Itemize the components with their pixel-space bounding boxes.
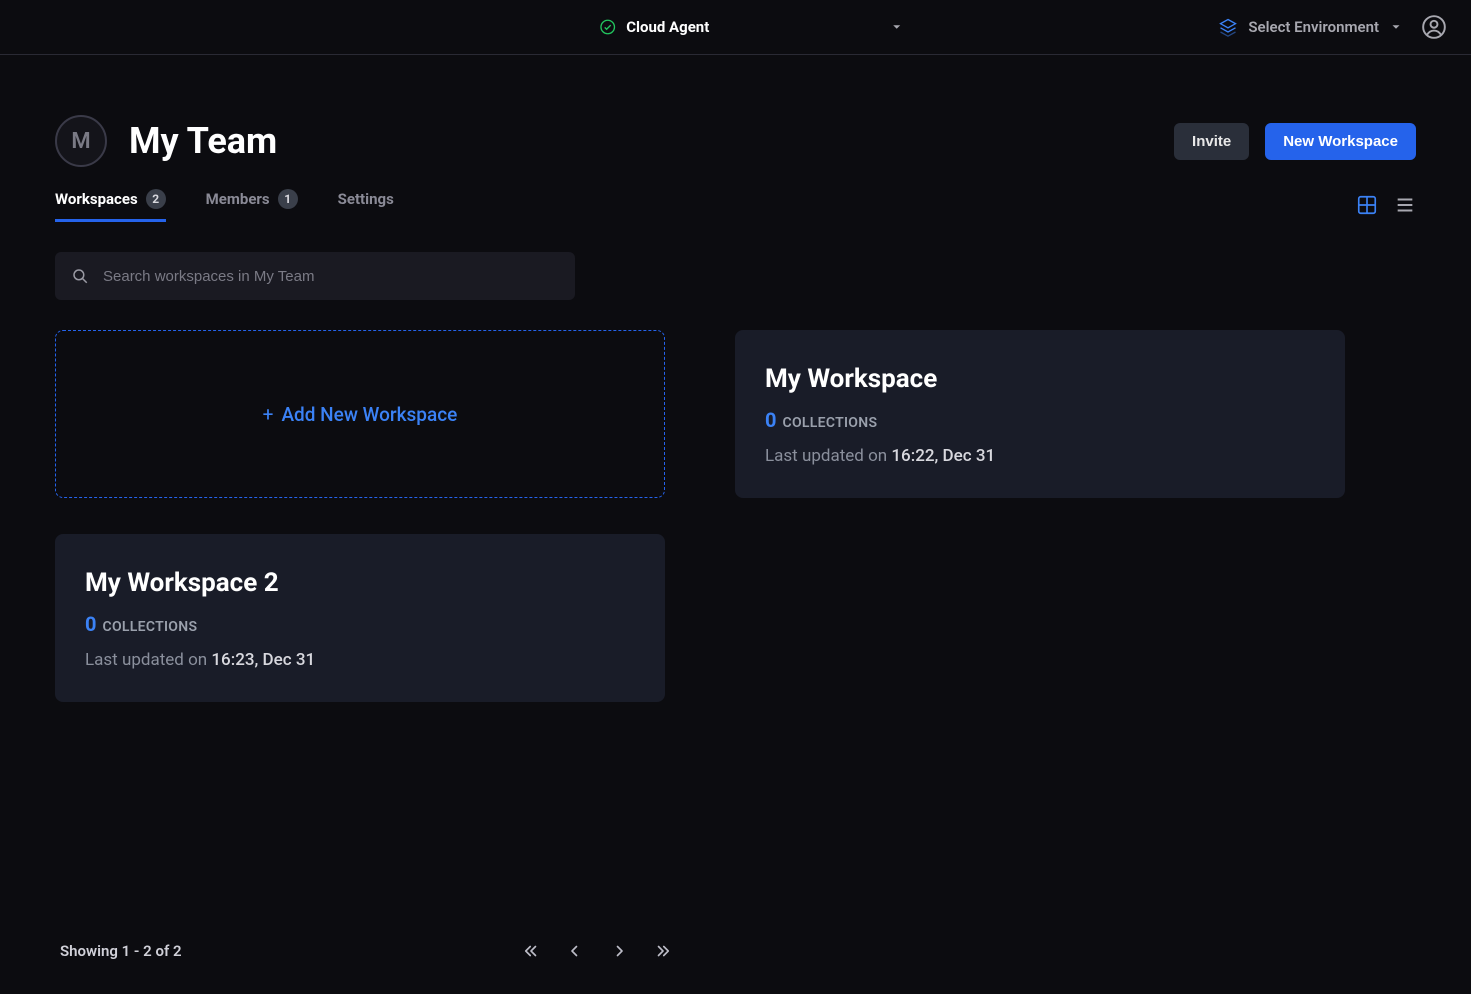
tab-label: Members — [206, 190, 270, 208]
tab-settings[interactable]: Settings — [338, 190, 394, 221]
layers-icon — [1218, 17, 1238, 37]
workspace-card[interactable]: My Workspace 2 0 COLLECTIONS Last update… — [55, 534, 665, 702]
collections-label: COLLECTIONS — [782, 415, 877, 431]
collections-count: 0 — [765, 408, 776, 432]
list-view-icon[interactable] — [1394, 194, 1416, 216]
pagination-footer: Showing 1 - 2 of 2 — [60, 942, 1260, 960]
page-header: M My Team Invite New Workspace — [55, 115, 1416, 167]
last-page-icon[interactable] — [654, 942, 672, 960]
tab-members[interactable]: Members 1 — [206, 189, 298, 222]
account-menu[interactable] — [1421, 14, 1447, 40]
tab-label: Workspaces — [55, 190, 138, 208]
top-bar: Cloud Agent Select Environment — [0, 0, 1471, 55]
add-workspace-label: Add New Workspace — [281, 403, 457, 426]
workspace-card[interactable]: My Workspace 0 COLLECTIONS Last updated … — [735, 330, 1345, 498]
check-circle-icon — [598, 18, 616, 36]
next-page-icon[interactable] — [610, 942, 628, 960]
tab-badge: 2 — [146, 189, 166, 209]
team-header: M My Team — [55, 115, 277, 167]
workspace-meta: 0 COLLECTIONS — [85, 612, 635, 636]
tab-badge: 1 — [278, 189, 298, 209]
new-workspace-button[interactable]: New Workspace — [1265, 123, 1416, 160]
first-page-icon[interactable] — [522, 942, 540, 960]
plus-icon: + — [263, 403, 274, 426]
user-circle-icon — [1421, 14, 1447, 40]
tab-label: Settings — [338, 190, 394, 208]
prev-page-icon[interactable] — [566, 942, 584, 960]
chevron-down-icon — [889, 20, 903, 34]
invite-button[interactable]: Invite — [1174, 123, 1249, 160]
workspace-title: My Workspace 2 — [85, 568, 635, 598]
cloud-agent-selector[interactable]: Cloud Agent — [598, 18, 903, 36]
tab-workspaces[interactable]: Workspaces 2 — [55, 189, 166, 222]
workspace-grid: + Add New Workspace My Workspace 0 COLLE… — [55, 330, 1345, 702]
team-title: My Team — [129, 120, 277, 162]
collections-count: 0 — [85, 612, 96, 636]
environment-label: Select Environment — [1248, 18, 1379, 36]
updated-prefix: Last updated on — [85, 650, 207, 670]
updated-prefix: Last updated on — [765, 446, 887, 466]
chevron-down-icon — [1389, 20, 1403, 34]
add-workspace-card[interactable]: + Add New Workspace — [55, 330, 665, 498]
collections-label: COLLECTIONS — [102, 619, 197, 635]
header-actions: Invite New Workspace — [1174, 123, 1416, 160]
environment-selector[interactable]: Select Environment — [1218, 17, 1403, 37]
search-input[interactable] — [103, 268, 559, 285]
tabs-row: Workspaces 2 Members 1 Settings — [55, 189, 1416, 222]
updated-time: 16:23, Dec 31 — [211, 650, 315, 670]
pager — [522, 942, 672, 960]
view-toggles — [1356, 194, 1416, 218]
workspace-updated: Last updated on 16:22, Dec 31 — [765, 446, 1315, 466]
tabs: Workspaces 2 Members 1 Settings — [55, 189, 394, 222]
grid-view-icon[interactable] — [1356, 194, 1378, 216]
workspace-title: My Workspace — [765, 364, 1315, 394]
page-content: M My Team Invite New Workspace Workspace… — [0, 55, 1471, 994]
team-avatar: M — [55, 115, 107, 167]
workspace-meta: 0 COLLECTIONS — [765, 408, 1315, 432]
search-icon — [71, 267, 89, 285]
cloud-agent-label: Cloud Agent — [626, 18, 709, 36]
search-wrap — [55, 252, 575, 300]
workspace-updated: Last updated on 16:23, Dec 31 — [85, 650, 635, 670]
showing-text: Showing 1 - 2 of 2 — [60, 942, 182, 960]
updated-time: 16:22, Dec 31 — [891, 446, 995, 466]
